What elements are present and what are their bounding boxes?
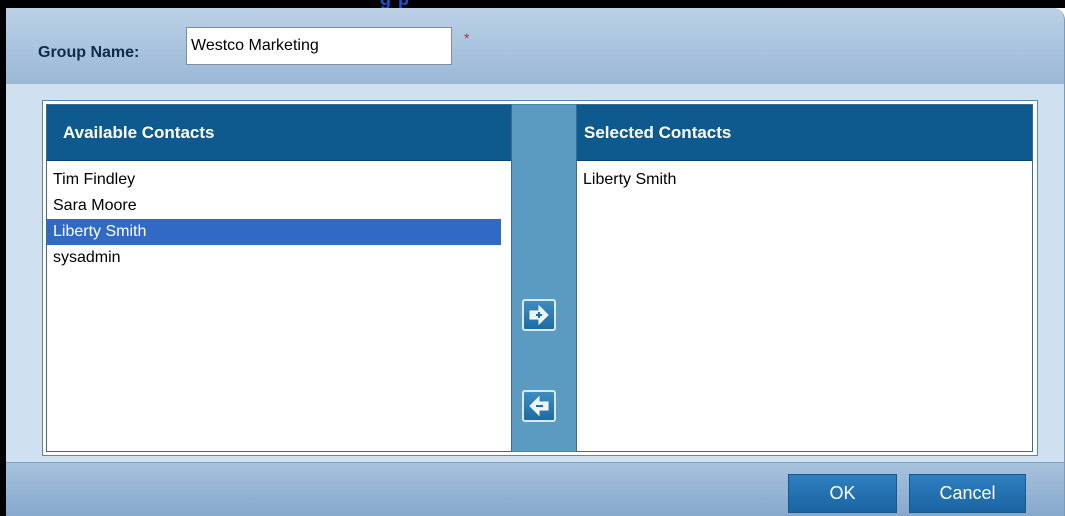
group-name-bar: Group Name: *: [6, 8, 1064, 84]
available-contact-item-selected[interactable]: Liberty Smith: [47, 219, 501, 245]
group-name-label: Group Name:: [38, 44, 140, 61]
edit-group-dialog: Group Name: * Available Contacts Tim Fin…: [6, 8, 1065, 516]
available-contact-item[interactable]: Tim Findley: [47, 167, 501, 193]
available-contact-item[interactable]: sysadmin: [47, 245, 501, 271]
contacts-area: Available Contacts Tim Findley Sara Moor…: [6, 84, 1064, 462]
screen: g p Group Name: * Available Contacts Tim…: [0, 0, 1065, 516]
available-contact-item[interactable]: Sara Moore: [47, 193, 501, 219]
dialog-footer: OK Cancel: [6, 462, 1064, 516]
available-contacts-header: Available Contacts: [47, 105, 511, 161]
add-contact-button[interactable]: [522, 299, 556, 331]
selected-contact-item[interactable]: Liberty Smith: [577, 167, 1032, 193]
remove-contact-button[interactable]: [522, 390, 556, 422]
selected-contacts-list[interactable]: Liberty Smith: [577, 161, 1032, 193]
shuttle-button-column: [512, 104, 576, 452]
selected-contacts-panel: Selected Contacts Liberty Smith: [576, 104, 1033, 452]
available-contacts-list[interactable]: Tim Findley Sara Moore Liberty Smith sys…: [47, 161, 511, 271]
arrow-right-plus-icon: [529, 304, 549, 326]
contacts-shuttle: Available Contacts Tim Findley Sara Moor…: [42, 100, 1038, 456]
cancel-button[interactable]: Cancel: [909, 474, 1026, 513]
selected-contacts-header: Selected Contacts: [577, 105, 1032, 161]
available-contacts-panel: Available Contacts Tim Findley Sara Moor…: [46, 104, 512, 452]
arrow-left-minus-icon: [529, 395, 549, 417]
ok-button[interactable]: OK: [788, 474, 897, 513]
group-name-input[interactable]: [186, 27, 452, 65]
required-marker: *: [464, 30, 470, 46]
